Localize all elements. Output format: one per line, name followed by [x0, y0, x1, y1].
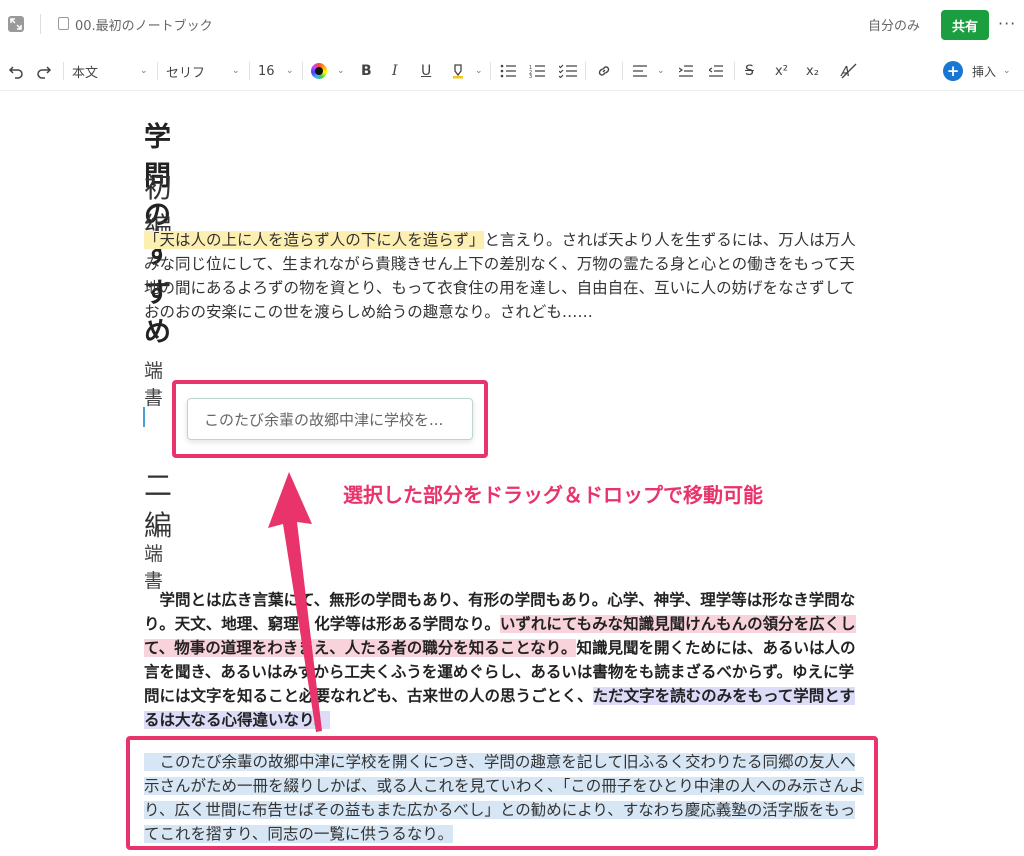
drag-arrow-icon — [268, 472, 322, 732]
annotation-caption: 選択した部分をドラッグ＆ドロップで移動可能 — [343, 483, 763, 507]
